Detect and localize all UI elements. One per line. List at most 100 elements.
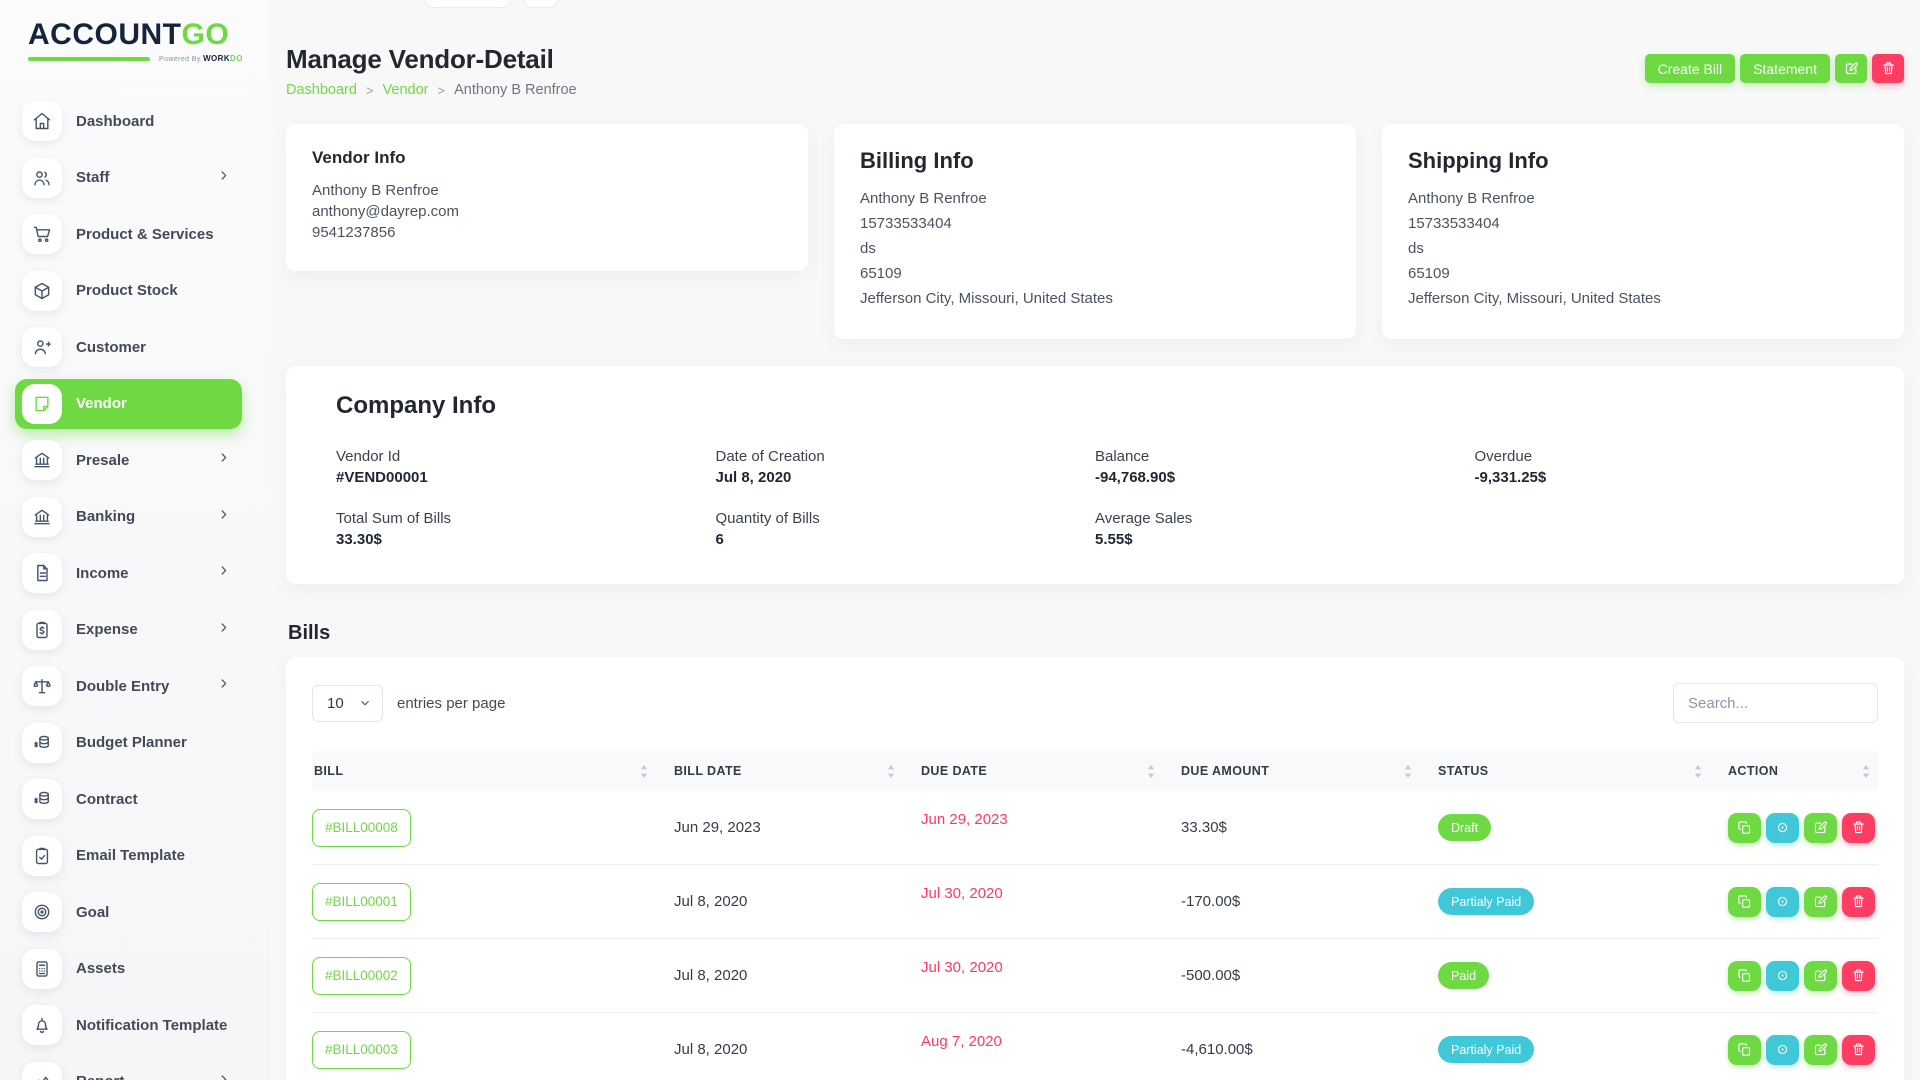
sidebar-item-double-entry[interactable]: Double Entry [15,661,242,711]
scales-icon [22,666,62,706]
statement-button[interactable]: Statement [1740,54,1830,83]
view-button[interactable] [1766,1035,1799,1065]
coins-icon [22,779,62,819]
delete-button[interactable] [1842,961,1875,991]
sidebar: ACCOUNTGO Powered By WORKDO Dashboard St… [0,0,270,1080]
column-header-status[interactable]: STATUS [1438,764,1728,778]
sidebar-item-vendor[interactable]: Vendor [15,379,242,429]
delete-button[interactable] [1842,1035,1875,1065]
shipping-info-card: Shipping Info Anthony B Renfroe 15733533… [1382,124,1904,339]
table-row: #BILL00008 Jun 29, 2023 Jun 29, 2023 33.… [312,791,1878,865]
page-title: Manage Vendor-Detail [286,44,577,75]
create-bill-button[interactable]: Create Bill [1645,54,1736,83]
column-header-due-date[interactable]: DUE DATE [921,764,1181,778]
edit-button[interactable] [1804,961,1837,991]
due-date-cell: Jul 30, 2020 [921,959,1181,976]
field-quantity-of-bills: Quantity of Bills6 [716,510,1096,548]
bills-card: 10 entries per page BILL BILL DATE DUE D… [286,657,1904,1080]
trash-icon [1851,968,1866,983]
chart-icon [22,1062,62,1080]
clipboard-check-icon [22,836,62,876]
chevron-right-icon [217,169,230,187]
cube-icon [22,271,62,311]
edit-vendor-button[interactable] [1835,54,1867,83]
sidebar-item-staff[interactable]: Staff [15,153,242,203]
bank-icon [22,497,62,537]
sort-icon [1862,765,1870,778]
duplicate-button[interactable] [1728,1035,1761,1065]
vendor-email: anthony@dayrep.com [312,201,782,222]
sidebar-item-dashboard[interactable]: Dashboard [15,96,242,146]
edit-button[interactable] [1804,813,1837,843]
table-row: #BILL00002 Jul 8, 2020 Jul 30, 2020 -500… [312,939,1878,1013]
trash-icon [1851,1042,1866,1057]
bill-link-button[interactable]: #BILL00003 [312,1031,411,1069]
vendor-info-title: Vendor Info [312,148,782,168]
sidebar-item-banking[interactable]: Banking [15,492,242,542]
shipping-address: ds [1408,236,1878,261]
bill-link-button[interactable]: #BILL00008 [312,809,411,847]
sidebar-item-presale[interactable]: Presale [15,435,242,485]
sidebar-item-report[interactable]: Report [15,1057,242,1080]
delete-button[interactable] [1842,887,1875,917]
shipping-phone: 15733533404 [1408,211,1878,236]
column-header-action[interactable]: ACTION [1728,764,1878,778]
breadcrumb-dashboard[interactable]: Dashboard [286,82,357,98]
sidebar-item-notification-template[interactable]: Notification Template [15,1000,242,1050]
bill-link-button[interactable]: #BILL00001 [312,883,411,921]
sidebar-item-email-template[interactable]: Email Template [15,831,242,881]
status-badge: Draft [1438,814,1491,841]
column-header-due-amount[interactable]: DUE AMOUNT [1181,764,1438,778]
breadcrumb-vendor[interactable]: Vendor [383,82,429,98]
copy-icon [1737,968,1752,983]
chevron-right-icon [217,1073,230,1080]
user-plus-icon [22,327,62,367]
field-overdue: Overdue-9,331.25$ [1475,448,1855,486]
bill-link-button[interactable]: #BILL00002 [312,957,411,995]
search-input[interactable] [1673,683,1878,723]
delete-vendor-button[interactable] [1872,54,1904,83]
view-icon [1775,820,1790,835]
sort-icon [1147,765,1155,778]
column-header-bill[interactable]: BILL [312,764,674,778]
due-amount-cell: 33.30$ [1181,819,1438,836]
trash-icon [1881,61,1896,76]
duplicate-button[interactable] [1728,813,1761,843]
due-date-cell: Jul 30, 2020 [921,885,1181,902]
chevron-right-icon [217,508,230,526]
target-icon [22,892,62,932]
trash-icon [1851,894,1866,909]
sidebar-item-income[interactable]: Income [15,548,242,598]
breadcrumb-separator: > [366,83,374,98]
view-button[interactable] [1766,961,1799,991]
main-content: Manage Vendor-Detail Dashboard > Vendor … [286,0,1904,1080]
view-button[interactable] [1766,887,1799,917]
edit-icon [1813,894,1828,909]
edit-button[interactable] [1804,1035,1837,1065]
duplicate-button[interactable] [1728,887,1761,917]
sidebar-item-contract[interactable]: Contract [15,774,242,824]
sidebar-item-assets[interactable]: Assets [15,944,242,994]
home-icon [22,101,62,141]
column-header-bill-date[interactable]: BILL DATE [674,764,921,778]
bell-icon [22,1005,62,1045]
sidebar-item-budget-planner[interactable]: Budget Planner [15,718,242,768]
bills-table: BILL BILL DATE DUE DATE DUE AMOUNT STATU… [312,751,1878,1080]
sidebar-item-customer[interactable]: Customer [15,322,242,372]
coins-icon [22,723,62,763]
users-icon [22,158,62,198]
bills-table-header: BILL BILL DATE DUE DATE DUE AMOUNT STATU… [312,751,1878,791]
duplicate-button[interactable] [1728,961,1761,991]
entries-per-page-select[interactable]: 10 [312,685,383,722]
view-button[interactable] [1766,813,1799,843]
cart-icon [22,214,62,254]
sidebar-item-product-services[interactable]: Product & Services [15,209,242,259]
sidebar-item-product-stock[interactable]: Product Stock [15,266,242,316]
edit-button[interactable] [1804,887,1837,917]
status-badge: Partialy Paid [1438,1036,1534,1063]
row-actions [1728,961,1878,991]
delete-button[interactable] [1842,813,1875,843]
sidebar-item-expense[interactable]: Expense [15,605,242,655]
chevron-down-icon [359,697,371,709]
sidebar-item-goal[interactable]: Goal [15,887,242,937]
